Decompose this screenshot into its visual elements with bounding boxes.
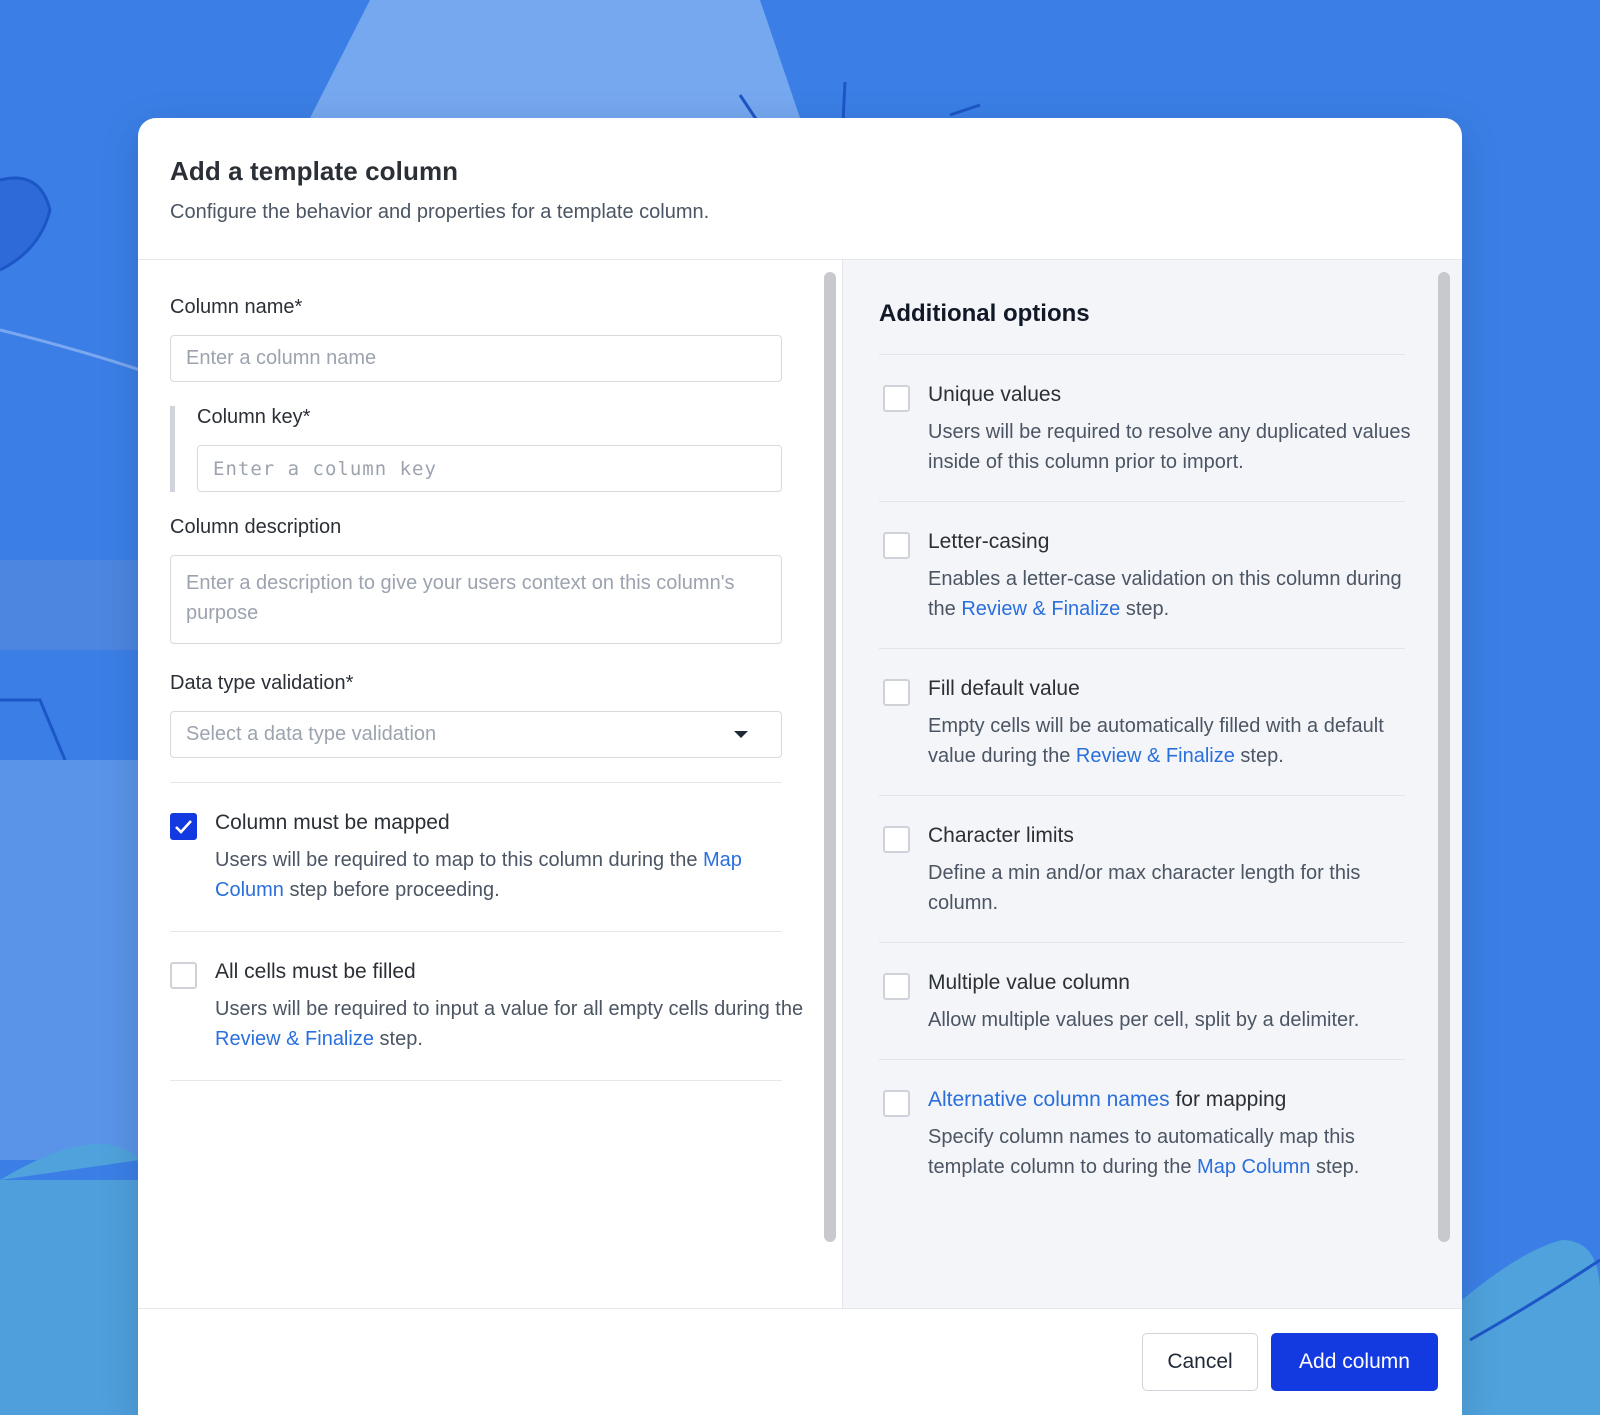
column-key-input[interactable]: Enter a column key bbox=[197, 445, 782, 492]
fill-default-value-checkbox[interactable] bbox=[883, 679, 910, 706]
review-finalize-link[interactable]: Review & Finalize bbox=[1076, 745, 1235, 767]
option-title: All cells must be filled bbox=[215, 960, 416, 983]
option-column-must-be-mapped: Column must be mapped Users will be requ… bbox=[170, 783, 810, 931]
option-title: Column must be mapped bbox=[215, 811, 450, 834]
column-key-group: Column key* Enter a column key bbox=[170, 406, 810, 492]
option-title: Fill default value bbox=[928, 677, 1080, 700]
column-name-label: Column name* bbox=[170, 296, 303, 318]
option-title: Character limits bbox=[928, 824, 1074, 847]
add-column-button[interactable]: Add column bbox=[1271, 1333, 1438, 1391]
option-alternative-column-names: Alternative column names for mapping Spe… bbox=[879, 1060, 1426, 1206]
option-description: Users will be required to input a value … bbox=[215, 998, 804, 1050]
option-all-cells-filled: All cells must be filled Users will be r… bbox=[170, 932, 810, 1080]
column-must-be-mapped-checkbox[interactable] bbox=[170, 813, 197, 840]
left-scrollbar[interactable] bbox=[824, 272, 836, 1242]
modal-title: Add a template column bbox=[170, 156, 459, 186]
character-limits-checkbox[interactable] bbox=[883, 826, 910, 853]
option-description: Users will be required to map to this co… bbox=[215, 849, 742, 901]
column-description-label: Column description bbox=[170, 516, 342, 538]
modal-footer: Cancel Add column bbox=[138, 1308, 1462, 1415]
additional-options-title: Additional options bbox=[879, 300, 1090, 327]
option-title: Letter-casing bbox=[928, 530, 1050, 553]
add-template-column-modal: Add a template column Configure the beha… bbox=[138, 118, 1462, 1415]
column-form: Column name* Enter a column name Column … bbox=[138, 260, 842, 1308]
multiple-value-column-checkbox[interactable] bbox=[883, 973, 910, 1000]
alternative-column-names-link[interactable]: Alternative column names bbox=[928, 1088, 1170, 1111]
option-description: Users will be required to resolve any du… bbox=[928, 421, 1411, 473]
option-multiple-value-column: Multiple value column Allow multiple val… bbox=[879, 943, 1426, 1059]
divider bbox=[170, 1080, 782, 1081]
column-key-label: Column key* bbox=[197, 406, 311, 428]
all-cells-filled-checkbox[interactable] bbox=[170, 962, 197, 989]
data-type-placeholder: Select a data type validation bbox=[186, 723, 437, 745]
modal-header: Add a template column Configure the beha… bbox=[138, 118, 1462, 260]
right-scrollbar[interactable] bbox=[1438, 272, 1450, 1242]
option-fill-default-value: Fill default value Empty cells will be a… bbox=[879, 649, 1426, 795]
alternative-column-names-checkbox[interactable] bbox=[883, 1090, 910, 1117]
option-description: Define a min and/or max character length… bbox=[928, 862, 1361, 914]
checkmark-icon bbox=[175, 820, 192, 834]
option-title: Unique values bbox=[928, 383, 1062, 406]
modal-subtitle: Configure the behavior and properties fo… bbox=[170, 201, 710, 223]
option-description: Empty cells will be automatically filled… bbox=[928, 715, 1384, 767]
option-title: Multiple value column bbox=[928, 971, 1130, 994]
data-type-label: Data type validation* bbox=[170, 672, 354, 694]
unique-values-checkbox[interactable] bbox=[883, 385, 910, 412]
cancel-button[interactable]: Cancel bbox=[1142, 1333, 1258, 1391]
map-column-link[interactable]: Map Column bbox=[1197, 1156, 1310, 1178]
review-finalize-link[interactable]: Review & Finalize bbox=[961, 598, 1120, 620]
option-description: Enables a letter-case validation on this… bbox=[928, 568, 1402, 620]
review-finalize-link[interactable]: Review & Finalize bbox=[215, 1028, 374, 1050]
letter-casing-checkbox[interactable] bbox=[883, 532, 910, 559]
caret-down-icon bbox=[734, 731, 748, 738]
additional-options-panel: Additional options Unique values Users w… bbox=[842, 260, 1462, 1308]
option-letter-casing: Letter-casing Enables a letter-case vali… bbox=[879, 502, 1426, 648]
option-title: Alternative column names for mapping bbox=[928, 1088, 1287, 1111]
option-character-limits: Character limits Define a min and/or max… bbox=[879, 796, 1426, 942]
column-name-input[interactable]: Enter a column name bbox=[170, 335, 782, 382]
option-unique-values: Unique values Users will be required to … bbox=[879, 355, 1426, 501]
option-description: Allow multiple values per cell, split by… bbox=[928, 1009, 1360, 1031]
data-type-select[interactable]: Select a data type validation bbox=[170, 711, 782, 758]
column-description-textarea[interactable]: Enter a description to give your users c… bbox=[170, 555, 782, 644]
option-description: Specify column names to automatically ma… bbox=[928, 1126, 1360, 1178]
modal-body: Column name* Enter a column name Column … bbox=[138, 260, 1462, 1308]
